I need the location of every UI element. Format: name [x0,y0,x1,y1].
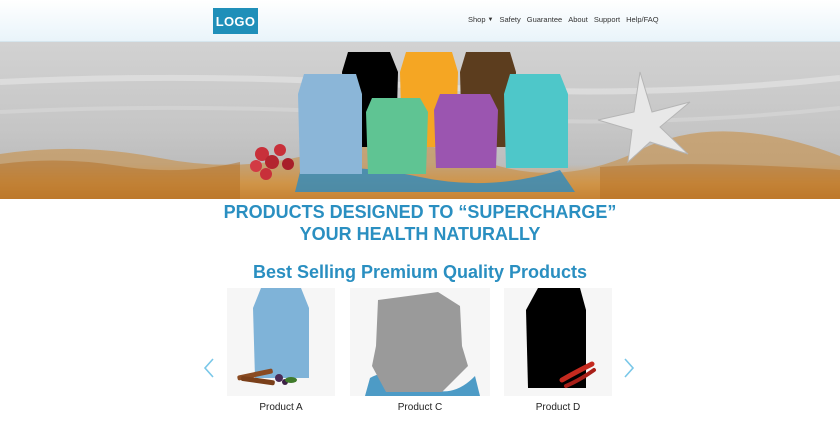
site-header: LOGO Shop ▼ Safety Guarantee About Suppo… [0,0,840,42]
carousel-prev-button[interactable] [202,357,216,379]
product-label[interactable]: Product D [504,402,612,413]
hero-product-bag [366,98,428,174]
hero-product-bag [434,94,498,168]
product-bag [372,292,468,392]
section-title: Best Selling Premium Quality Products [252,262,588,282]
headline-line-1: PRODUCTS DESIGNED TO “SUPERCHARGE” [223,202,617,222]
carousel-next-button[interactable] [622,357,636,379]
nav-help-faq[interactable]: Help/FAQ [626,15,659,24]
nav-support[interactable]: Support [594,15,620,24]
hero-headline: PRODUCTS DESIGNED TO “SUPERCHARGE” YOUR … [0,201,840,245]
headline-line-2: YOUR HEALTH NATURALLY [299,224,541,244]
nav-shop[interactable]: Shop ▼ [468,15,493,24]
nav-about[interactable]: About [568,15,588,24]
product-image[interactable] [504,288,612,396]
caret-down-icon: ▼ [487,16,494,23]
hero-illustration [0,52,840,199]
nav-shop-label: Shop [468,15,486,24]
product-image[interactable] [227,288,335,396]
chevron-right-icon [624,358,635,378]
product-card[interactable]: Product A [227,288,335,413]
logo[interactable]: LOGO [213,8,258,34]
product-label[interactable]: Product C [350,402,490,413]
hero-product-bag [504,74,568,168]
product-card[interactable]: Product C [350,288,490,413]
nav-safety[interactable]: Safety [499,15,520,24]
nav-guarantee[interactable]: Guarantee [527,15,562,24]
hero-product-bag [298,74,362,174]
product-card[interactable]: Product D [504,288,612,413]
chevron-left-icon [203,358,214,378]
product-bag [253,288,309,378]
main-nav: Shop ▼ Safety Guarantee About Support He… [468,15,659,24]
product-image[interactable] [350,288,490,396]
hero-banner [0,42,840,199]
product-label[interactable]: Product A [227,402,335,413]
